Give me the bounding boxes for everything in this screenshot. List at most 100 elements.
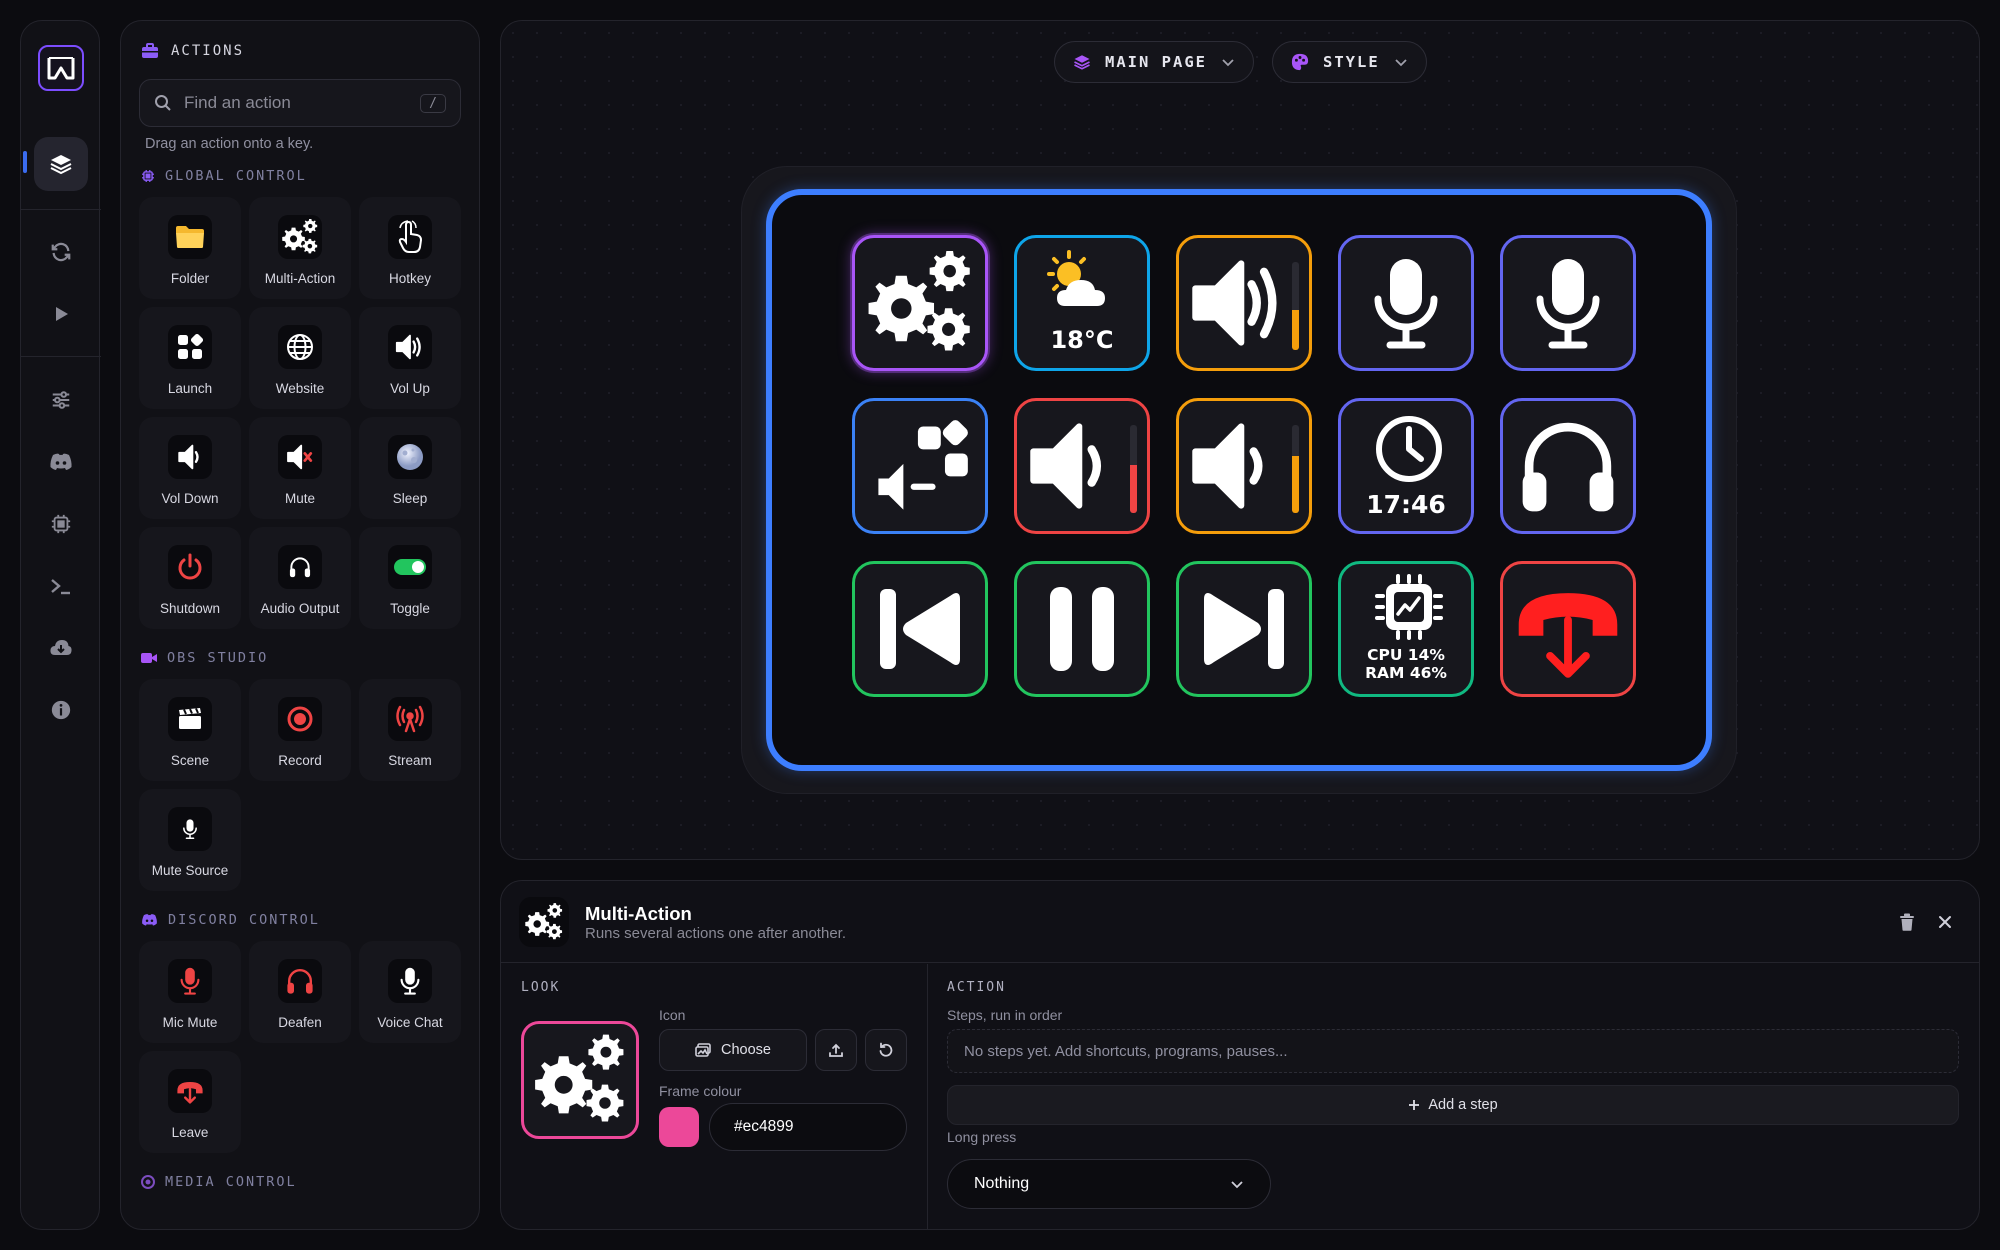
choose-icon-button[interactable]: Choose [659, 1029, 807, 1071]
action-vol-up[interactable]: Vol Up [359, 307, 461, 409]
editor-title: Multi-Action [585, 903, 692, 924]
chip-icon[interactable] [34, 497, 88, 551]
long-press-select[interactable]: Nothing [947, 1159, 1271, 1209]
deck-key-multi-action[interactable] [852, 235, 988, 371]
cpu-monitor-icon [1375, 574, 1443, 640]
deck-key-app-volume[interactable] [852, 398, 988, 534]
long-press-label: Long press [947, 1129, 1017, 1145]
close-icon[interactable] [1929, 906, 1961, 938]
leave-call-icon [1518, 593, 1618, 678]
app-volume-icon [878, 420, 968, 510]
action-folder[interactable]: Folder [139, 197, 241, 299]
next-track-icon [1204, 589, 1284, 669]
cloud-download-icon[interactable] [34, 621, 88, 675]
play-icon[interactable] [34, 287, 88, 341]
volume-level-bar [1130, 425, 1137, 513]
frame-colour-input[interactable]: #ec4899 [709, 1103, 907, 1151]
active-indicator [23, 151, 27, 173]
frame-colour-swatch[interactable] [659, 1107, 699, 1147]
volume-level-fill [1130, 464, 1137, 513]
layers-icon[interactable] [34, 137, 88, 191]
microphone-icon [175, 965, 205, 997]
toggle-icon [394, 559, 426, 575]
gears-icon [865, 248, 975, 358]
upload-icon[interactable] [815, 1029, 857, 1071]
search-input[interactable] [184, 93, 409, 113]
action-deafen[interactable]: Deafen [249, 941, 351, 1043]
reset-icon[interactable] [865, 1029, 907, 1071]
layers-icon [1074, 55, 1090, 70]
folder-icon [176, 226, 204, 248]
steps-label: Steps, run in order [947, 1007, 1063, 1023]
action-mic-mute[interactable]: Mic Mute [139, 941, 241, 1043]
style-selector[interactable]: STYLE [1272, 41, 1427, 83]
action-multi-action[interactable]: Multi-Action [249, 197, 351, 299]
deck-key-previous[interactable] [852, 561, 988, 697]
sync-icon[interactable] [34, 225, 88, 279]
volume-level-fill [1292, 310, 1299, 350]
deck-key-volume[interactable] [1014, 398, 1150, 534]
deck-key-system-monitor[interactable]: CPU 14% RAM 46% [1338, 561, 1474, 697]
add-step-button[interactable]: Add a step [947, 1085, 1959, 1125]
shortcut-badge: / [420, 93, 446, 113]
clock-time: 17:46 [1366, 490, 1446, 519]
trash-icon[interactable] [1891, 906, 1923, 938]
action-mute[interactable]: Mute [249, 417, 351, 519]
action-vol-down[interactable]: Vol Down [139, 417, 241, 519]
deck-key-weather[interactable]: 18°C [1014, 235, 1150, 371]
info-icon[interactable] [34, 683, 88, 737]
action-mute-source[interactable]: Mute Source [139, 789, 241, 891]
look-section-label: LOOK [521, 980, 561, 995]
chevron-down-icon [1395, 59, 1407, 67]
action-voice-chat[interactable]: Voice Chat [359, 941, 461, 1043]
deck-key-leave-call[interactable] [1500, 561, 1636, 697]
search-box[interactable]: / [139, 79, 461, 127]
deck-screen: 18°C 17:46 CPU 14% RAM 46% [766, 189, 1712, 771]
gears-icon [532, 1032, 628, 1128]
deck-key-mic[interactable] [1338, 235, 1474, 371]
deck-key-vol-down[interactable] [1176, 398, 1312, 534]
deck-key-next[interactable] [1176, 561, 1312, 697]
pointer-hand-icon [398, 220, 423, 253]
deck-key-vol-up[interactable] [1176, 235, 1312, 371]
deck-key-pause[interactable] [1014, 561, 1150, 697]
page-selector[interactable]: MAIN PAGE [1054, 41, 1254, 83]
action-record[interactable]: Record [249, 679, 351, 781]
action-sleep[interactable]: Sleep [359, 417, 461, 519]
microphone-icon [395, 965, 425, 997]
actions-header: ACTIONS [141, 43, 244, 59]
headphones-icon [1514, 412, 1622, 520]
action-website[interactable]: Website [249, 307, 351, 409]
microphone-icon [1356, 253, 1456, 353]
chip-icon [142, 170, 154, 182]
action-audio-output[interactable]: Audio Output [249, 527, 351, 629]
editor-divider [927, 964, 928, 1229]
action-shutdown[interactable]: Shutdown [139, 527, 241, 629]
app-logo-icon[interactable] [38, 45, 84, 91]
action-launch[interactable]: Launch [139, 307, 241, 409]
action-scene[interactable]: Scene [139, 679, 241, 781]
action-section-label: ACTION [947, 980, 1006, 995]
action-toggle[interactable]: Toggle [359, 527, 461, 629]
action-hotkey[interactable]: Hotkey [359, 197, 461, 299]
section-discord-control: DISCORD CONTROL [141, 912, 320, 928]
chevron-down-icon [1231, 1181, 1243, 1189]
terminal-icon[interactable] [34, 559, 88, 613]
deck-preview-panel: MAIN PAGE STYLE 18°C 17:46 CPU 14% RAM 4… [500, 20, 1980, 860]
weather-icon [1047, 250, 1105, 306]
rail-divider [21, 209, 101, 210]
key-preview [521, 1021, 639, 1139]
action-leave[interactable]: Leave [139, 1051, 241, 1153]
deck-key-clock[interactable]: 17:46 [1338, 398, 1474, 534]
deck-key-mic[interactable] [1500, 235, 1636, 371]
editor-header: Multi-Action Runs several actions one af… [501, 881, 1979, 963]
action-stream[interactable]: Stream [359, 679, 461, 781]
previous-track-icon [880, 589, 960, 669]
drag-hint: Drag an action onto a key. [145, 136, 314, 152]
sliders-icon[interactable] [34, 373, 88, 427]
search-icon [155, 95, 171, 111]
clapperboard-icon [179, 708, 201, 729]
discord-icon[interactable] [34, 435, 88, 489]
volume-icon [1023, 414, 1101, 518]
deck-key-headphones[interactable] [1500, 398, 1636, 534]
